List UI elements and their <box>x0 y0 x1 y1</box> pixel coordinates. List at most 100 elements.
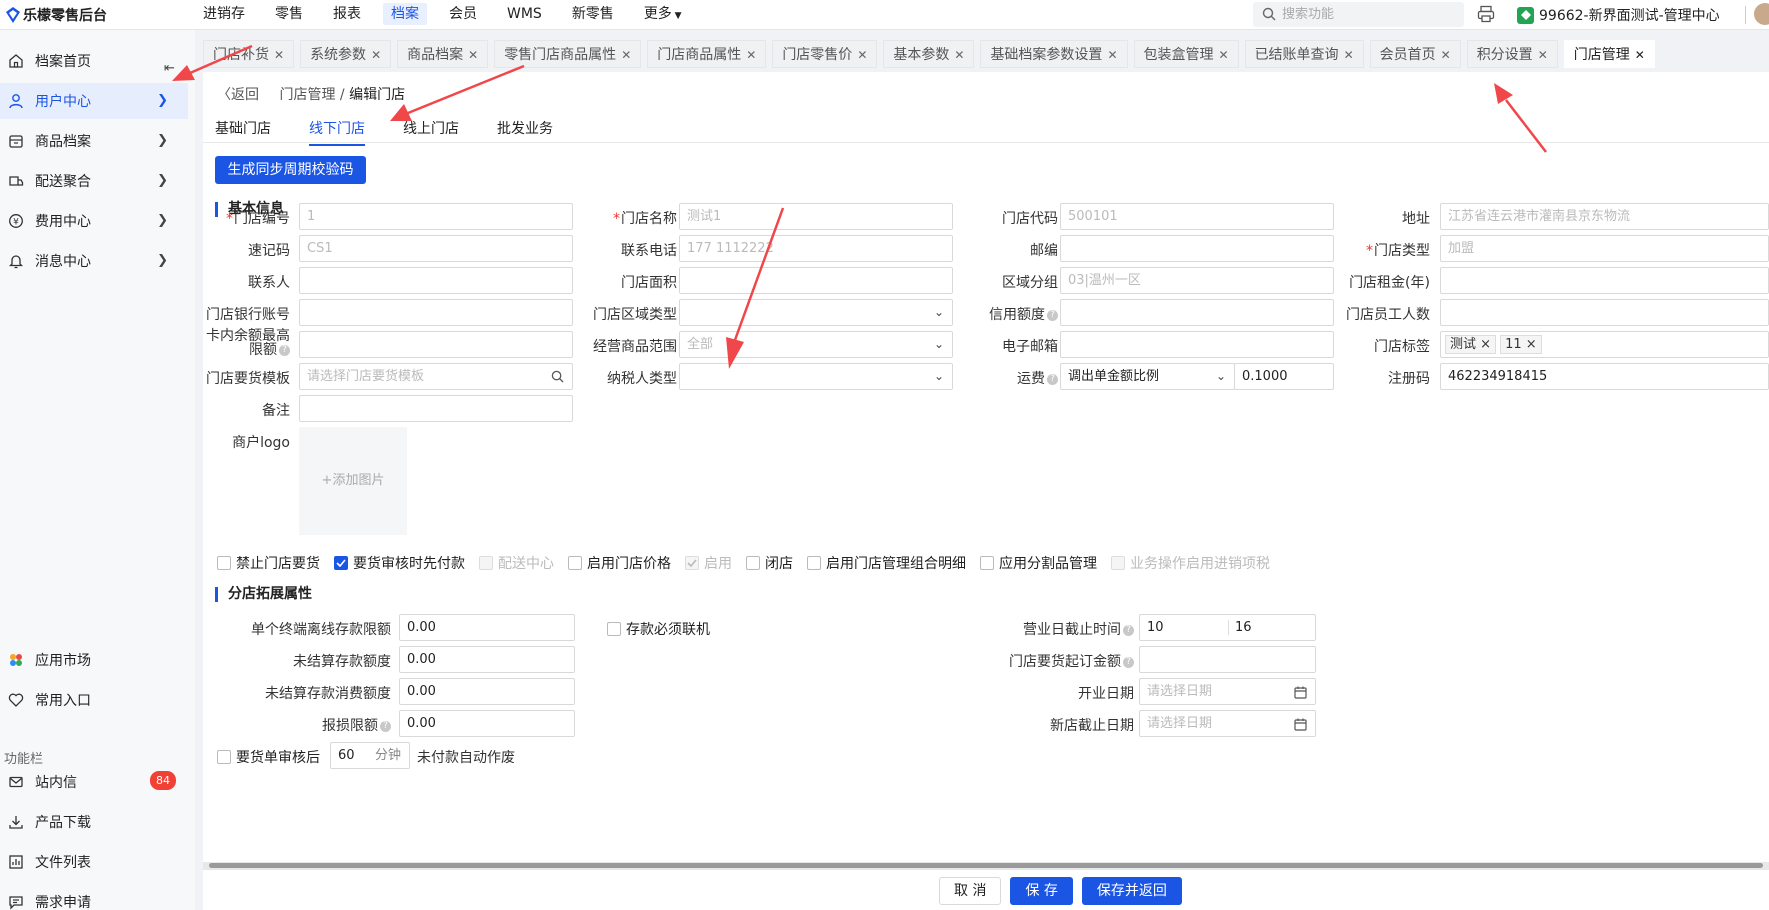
topnav-inventory[interactable]: 进销存 <box>188 0 260 30</box>
function-search-input[interactable]: 搜索功能 <box>1253 2 1464 27</box>
sidebar-item-favorites[interactable]: 常用入口 <box>0 682 188 718</box>
close-icon[interactable]: ✕ <box>746 48 756 62</box>
checkbox-auto-void[interactable]: 要货单审核后 <box>217 747 320 767</box>
biz-cutoff-input[interactable]: 10 16 <box>1139 614 1316 641</box>
sidebar-item-inbox[interactable]: 站内信 84 <box>0 764 188 800</box>
sidebar-item-download[interactable]: 产品下载 <box>0 804 188 840</box>
tab-archive-param-settings[interactable]: 基础档案参数设置 ✕ <box>980 40 1128 68</box>
topnav-more[interactable]: 更多 ▼ <box>629 0 697 30</box>
checkbox-enabled[interactable]: 启用 <box>685 553 732 573</box>
store-tags-input[interactable]: 测试 × 11 × <box>1440 331 1769 358</box>
contact-input[interactable] <box>299 267 573 294</box>
phone-input[interactable]: 177 1112222 <box>679 235 953 262</box>
sidebar-item-message[interactable]: 消息中心 ❯ <box>0 243 188 279</box>
back-link[interactable]: 〈返回 <box>217 87 259 103</box>
sidebar-item-goods-archive[interactable]: 商品档案 ❯ <box>0 123 188 159</box>
sidebar-item-delivery[interactable]: 配送聚合 ❯ <box>0 163 188 199</box>
reg-code-input[interactable]: 462234918415 <box>1440 363 1769 390</box>
close-icon[interactable]: × <box>1526 337 1537 352</box>
help-icon[interactable]: ? <box>1047 309 1058 321</box>
topnav-wms[interactable]: WMS <box>492 0 557 30</box>
help-icon[interactable]: ? <box>279 344 290 356</box>
close-icon[interactable]: ✕ <box>1107 48 1117 62</box>
checkbox-must-online[interactable]: 存款必须联机 <box>607 619 710 639</box>
email-input[interactable] <box>1060 331 1334 358</box>
tab-store-management[interactable]: 门店管理 ✕ <box>1563 40 1655 68</box>
sidebar-item-file-list[interactable]: 文件列表 <box>0 844 188 880</box>
close-icon[interactable]: ✕ <box>1344 48 1354 62</box>
sidebar-item-expense[interactable]: ¥ 费用中心 ❯ <box>0 203 188 239</box>
open-date-picker[interactable]: 请选择日期 <box>1139 678 1316 705</box>
close-icon[interactable]: ✕ <box>468 48 478 62</box>
breadcrumb-parent[interactable]: 门店管理 <box>279 87 335 103</box>
help-icon[interactable]: ? <box>1123 656 1134 668</box>
topnav-reports[interactable]: 报表 <box>318 0 376 30</box>
store-area-input[interactable] <box>679 267 953 294</box>
printer-icon[interactable] <box>1477 5 1495 23</box>
order-template-input[interactable]: 请选择门店要货模板 <box>299 363 573 390</box>
close-icon[interactable]: ✕ <box>621 48 631 62</box>
region-group-input[interactable]: 03|温州一区 <box>1060 267 1334 294</box>
checkbox-closed[interactable]: 闭店 <box>746 553 793 573</box>
tab-basic-params[interactable]: 基本参数 ✕ <box>883 40 975 68</box>
cancel-button[interactable]: 取 消 <box>939 877 1002 905</box>
store-switcher[interactable]: 99662-新界面测试-管理中心 <box>1517 5 1720 25</box>
tab-goods-archive[interactable]: 商品档案 ✕ <box>397 40 489 68</box>
remark-input[interactable] <box>299 395 573 422</box>
avatar[interactable] <box>1754 3 1769 25</box>
auto-void-minutes-input[interactable]: 60 分钟 <box>330 742 410 769</box>
unsettled-amount-input[interactable]: 0.00 <box>399 646 575 673</box>
tab-points-settings[interactable]: 积分设置 ✕ <box>1466 40 1558 68</box>
close-icon[interactable]: × <box>1480 337 1491 352</box>
close-icon[interactable]: ✕ <box>371 48 381 62</box>
tab-store-retail-price[interactable]: 门店零售价 ✕ <box>772 40 878 68</box>
rent-input[interactable] <box>1440 267 1769 294</box>
store-code-input[interactable]: 500101 <box>1060 203 1334 230</box>
sidebar-item-app-market[interactable]: 应用市场 <box>0 642 188 678</box>
close-icon[interactable]: ✕ <box>1538 48 1548 62</box>
checkbox-pay-before-approval[interactable]: 要货审核时先付款 <box>334 553 465 573</box>
loss-limit-input[interactable]: 0.00 <box>399 710 575 737</box>
card-limit-input[interactable] <box>299 331 573 358</box>
generate-sync-code-button[interactable]: 生成同步周期校验码 <box>215 156 366 184</box>
topnav-member[interactable]: 会员 <box>434 0 492 30</box>
topnav-archive[interactable]: 档案 <box>383 3 427 25</box>
taxpayer-type-select[interactable]: ⌄ <box>679 363 953 390</box>
checkbox-enable-store-price[interactable]: 启用门店价格 <box>568 553 671 573</box>
bank-account-input[interactable] <box>299 299 573 326</box>
tab-retail-store-goods-attr[interactable]: 零售门店商品属性 ✕ <box>494 40 642 68</box>
add-image-button[interactable]: +添加图片 <box>299 427 407 535</box>
close-icon[interactable]: ✕ <box>857 48 867 62</box>
goods-scope-select[interactable]: 全部 ⌄ <box>679 331 953 358</box>
close-icon[interactable]: ✕ <box>1219 48 1229 62</box>
new-store-date-picker[interactable]: 请选择日期 <box>1139 710 1316 737</box>
freight-mode-select[interactable]: 调出单金额比例 ⌄ <box>1060 363 1235 390</box>
collapse-sidebar-icon[interactable]: ⇤ <box>164 61 175 76</box>
sidebar-item-user-center[interactable]: 用户中心 ❯ <box>0 83 188 119</box>
save-and-return-button[interactable]: 保存并返回 <box>1081 877 1182 905</box>
checkbox-distribution-center[interactable]: 配送中心 <box>479 553 554 573</box>
scrollbar-thumb[interactable] <box>209 863 1763 868</box>
store-type-select[interactable]: 加盟 <box>1440 235 1769 262</box>
close-icon[interactable]: ✕ <box>954 48 964 62</box>
help-icon[interactable]: ? <box>1047 373 1058 385</box>
tab-settled-bills[interactable]: 已结账单查询 ✕ <box>1244 40 1364 68</box>
checkbox-io-tax[interactable]: 业务操作启用进销项税 <box>1111 553 1270 573</box>
tab-package-box[interactable]: 包装盒管理 ✕ <box>1133 40 1239 68</box>
close-icon[interactable]: ✕ <box>1441 48 1451 62</box>
sidebar-item-archive-home[interactable]: 档案首页 ⇤ <box>0 43 188 79</box>
min-order-input[interactable] <box>1139 646 1316 673</box>
checkbox-split-goods[interactable]: 应用分割品管理 <box>980 553 1097 573</box>
tab-system-params[interactable]: 系统参数 ✕ <box>300 40 392 68</box>
checkbox-combo-detail[interactable]: 启用门店管理组合明细 <box>807 553 966 573</box>
checkbox-disable-ordering[interactable]: 禁止门店要货 <box>217 553 320 573</box>
staff-count-input[interactable] <box>1440 299 1769 326</box>
tab-store-replenish[interactable]: 门店补货 ✕ <box>203 40 295 68</box>
close-icon[interactable]: ✕ <box>274 48 284 62</box>
offline-limit-input[interactable]: 0.00 <box>399 614 575 641</box>
topnav-retail[interactable]: 零售 <box>260 0 318 30</box>
freight-value-input[interactable]: 0.1000 <box>1234 363 1334 390</box>
close-icon[interactable]: ✕ <box>1635 48 1645 62</box>
topnav-new-retail[interactable]: 新零售 <box>557 0 629 30</box>
tab-member-home[interactable]: 会员首页 ✕ <box>1369 40 1461 68</box>
